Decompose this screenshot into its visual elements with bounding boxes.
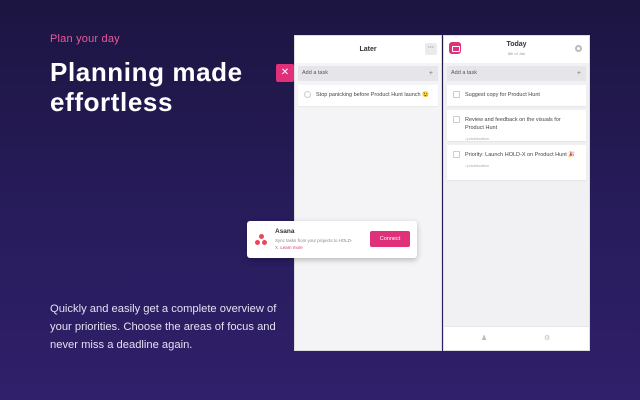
- headline: Planning made effortless: [50, 57, 243, 117]
- panel-footer: ♟ ⚙: [444, 326, 589, 350]
- task-text: Stop panicking before Product Hunt launc…: [316, 92, 429, 98]
- task-text: Priority: Launch HOLD-X on Product Hunt …: [465, 152, 576, 158]
- checkbox[interactable]: [304, 91, 311, 98]
- today-header: Today 5th of Jan: [444, 36, 589, 63]
- asana-logo-icon: [255, 234, 267, 246]
- today-title: Today: [506, 41, 527, 48]
- integration-card: Asana Sync tasks from your projects to H…: [247, 221, 417, 258]
- integration-title: Asana: [275, 228, 295, 235]
- task-item[interactable]: Suggest copy for Product Hunt: [447, 85, 586, 106]
- connect-button[interactable]: Connect: [370, 231, 410, 247]
- add-task-label: Add a task: [302, 70, 328, 76]
- plus-icon[interactable]: +: [429, 66, 433, 81]
- task-text: Suggest copy for Product Hunt: [465, 92, 540, 98]
- description: Quickly and easily get a complete overvi…: [50, 303, 277, 351]
- today-date: 5th of Jan: [507, 51, 526, 56]
- add-task-label: Add a task: [451, 70, 477, 76]
- people-icon[interactable]: ♟: [481, 335, 488, 342]
- checkbox[interactable]: [453, 151, 460, 158]
- gear-icon[interactable]: ⚙: [544, 335, 551, 342]
- add-task-today[interactable]: Add a task +: [447, 66, 586, 81]
- plus-icon[interactable]: +: [577, 66, 581, 81]
- more-button[interactable]: ···: [425, 43, 437, 55]
- settings-icon[interactable]: [575, 45, 582, 52]
- close-button[interactable]: ✕: [276, 64, 294, 82]
- later-panel: Later ··· Add a task + Stop panicking be…: [294, 35, 442, 351]
- task-item[interactable]: Stop panicking before Product Hunt launc…: [298, 85, 438, 106]
- today-panel: Today 5th of Jan Add a task + Suggest co…: [443, 35, 590, 351]
- eyebrow: Plan your day: [50, 33, 120, 45]
- add-task-later[interactable]: Add a task +: [298, 66, 438, 81]
- checkbox[interactable]: [453, 91, 460, 98]
- task-text: Review and feedback on the visuals for P…: [465, 117, 561, 131]
- task-item[interactable]: Priority: Launch HOLD-X on Product Hunt …: [447, 145, 586, 180]
- task-item[interactable]: Review and feedback on the visuals for P…: [447, 110, 586, 141]
- task-meta: prioritization: [465, 135, 580, 143]
- later-title: Later: [359, 46, 377, 53]
- later-header: Later ···: [295, 36, 441, 63]
- task-meta: prioritization: [465, 162, 580, 170]
- learn-more-link[interactable]: Learn more: [280, 245, 302, 250]
- checkbox[interactable]: [453, 116, 460, 123]
- integration-text: Sync tasks from your projects to HOLD-X.…: [275, 238, 355, 251]
